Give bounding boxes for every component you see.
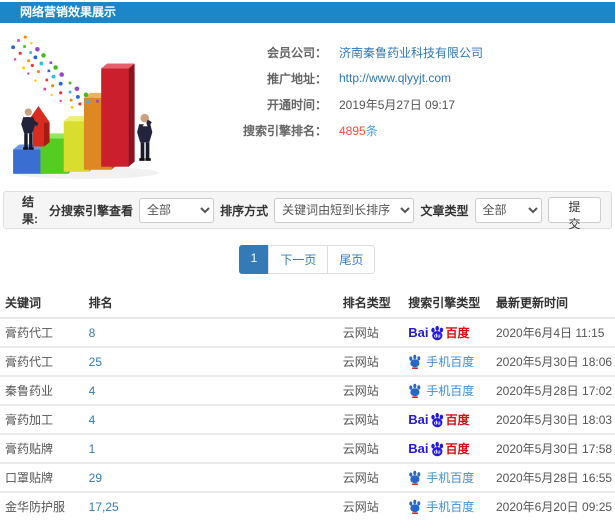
rank-link[interactable]: 25	[89, 355, 102, 369]
engine-rank-label: 搜索引擎排名：	[242, 123, 327, 138]
pagination: 1 下一页 尾页	[0, 245, 615, 274]
keyword-cell: 膏药代工	[0, 347, 84, 377]
table-row: 膏药贴牌 1 云网站 Bai du 百度 2020年5月30日 17:58	[0, 434, 615, 464]
mobile-baidu-paw-icon	[409, 383, 421, 398]
mobile-baidu-logo: 手机百度	[408, 498, 486, 515]
engine-rank-unit: 条	[365, 123, 378, 138]
engine-filter-select[interactable]: 全部	[138, 197, 215, 223]
rank-type-cell: 云网站	[337, 347, 404, 377]
keyword-cell: 膏药贴牌	[0, 434, 84, 464]
updated-cell: 2020年5月28日 17:02	[490, 376, 615, 406]
table-row: 膏药代工 25 云网站 Bai du 百度	[0, 347, 615, 377]
rank-link[interactable]: 1	[89, 442, 96, 456]
engine-rank-row: 搜索引擎排名： 4895条	[167, 117, 607, 143]
growth-chart-illustration	[11, 35, 159, 179]
keyword-cell: 秦鲁药业	[0, 376, 84, 406]
rank-type-cell: 云网站	[337, 405, 404, 435]
mobile-baidu-paw-icon	[409, 499, 421, 514]
open-time-value: 2019年5月27日 09:17	[339, 97, 456, 112]
member-info: 会员公司： 济南秦鲁药业科技有限公司 推广地址： http://www.qlyy…	[167, 33, 607, 179]
baidu-logo: Bai du 百度	[408, 325, 470, 340]
keyword-rank-table: 关键词 排名 排名类型 搜索引擎类型 最新更新时间 膏药代工 8 云网站 Bai…	[0, 288, 615, 520]
submit-button[interactable]: 提交	[547, 197, 601, 231]
baidu-paw-icon: du	[430, 412, 443, 427]
businessman-right	[137, 113, 153, 161]
rank-type-cell: 云网站	[337, 492, 404, 520]
company-row: 会员公司： 济南秦鲁药业科技有限公司	[167, 39, 607, 65]
company-link[interactable]: 济南秦鲁药业科技有限公司	[339, 44, 483, 61]
svg-text:du: du	[434, 420, 441, 426]
promo-url-label: 推广地址：	[266, 71, 327, 86]
article-type-select[interactable]: 全部	[474, 197, 542, 223]
col-updated: 最新更新时间	[490, 288, 615, 319]
page-last[interactable]: 尾页	[327, 245, 376, 274]
rank-type-cell: 云网站	[337, 376, 404, 406]
result-label: 结果:	[22, 195, 38, 226]
table-row: 口罩贴牌 29 云网站 Bai du 百度	[0, 463, 615, 493]
rank-link[interactable]: 8	[89, 326, 96, 340]
baidu-paw-icon: du	[430, 325, 443, 340]
updated-cell: 2020年6月4日 11:15	[490, 318, 615, 348]
keyword-cell: 膏药代工	[0, 318, 84, 348]
updated-cell: 2020年5月30日 18:03	[490, 405, 615, 435]
svg-text:du: du	[434, 449, 441, 455]
col-engine-type: 搜索引擎类型	[403, 288, 491, 319]
sort-select[interactable]: 关键词由短到长排序	[274, 197, 415, 223]
table-header-row: 关键词 排名 排名类型 搜索引擎类型 最新更新时间	[0, 288, 615, 319]
engine-filter-label: 分搜索引擎查看	[48, 203, 133, 218]
keyword-cell: 膏药加工	[0, 405, 84, 435]
rank-link[interactable]: 17,25	[89, 500, 119, 514]
page-current[interactable]: 1	[238, 245, 270, 274]
open-time-row: 开通时间： 2019年5月27日 09:17	[167, 91, 607, 117]
article-type-label: 文章类型	[420, 203, 469, 218]
svg-text:du: du	[434, 333, 441, 339]
engine-rank-count: 4895	[339, 123, 366, 138]
page-title: 网络营销效果展示	[0, 2, 615, 23]
mobile-baidu-logo: 手机百度	[408, 382, 486, 399]
col-keyword: 关键词	[0, 288, 84, 319]
keyword-cell: 口罩贴牌	[0, 463, 84, 493]
updated-cell: 2020年5月30日 17:58	[490, 434, 615, 464]
table-row: 金华防护服 17,25 云网站 Bai du 百度	[0, 492, 615, 520]
mobile-baidu-logo: 手机百度	[408, 469, 486, 486]
mobile-baidu-paw-icon	[409, 470, 421, 485]
table-row: 膏药加工 4 云网站 Bai du 百度 2020年5月30日 18:03	[0, 405, 615, 435]
keyword-cell: 金华防护服	[0, 492, 84, 520]
open-time-label: 开通时间：	[266, 97, 327, 112]
rank-type-cell: 云网站	[337, 434, 404, 464]
summary-section: 会员公司： 济南秦鲁药业科技有限公司 推广地址： http://www.qlyy…	[0, 23, 615, 185]
col-rank-type: 排名类型	[337, 288, 404, 319]
bar-red	[101, 63, 135, 167]
promo-url-row: 推广地址： http://www.qlyyjt.com	[167, 65, 607, 91]
baidu-logo: Bai du 百度	[408, 412, 470, 427]
updated-cell: 2020年5月30日 18:06	[490, 347, 615, 377]
rank-link[interactable]: 29	[89, 471, 102, 485]
rank-type-cell: 云网站	[337, 318, 404, 348]
baidu-logo: Bai du 百度	[408, 441, 470, 456]
table-body: 膏药代工 8 云网站 Bai du 百度 2020年6月4日 11:15 膏药代…	[0, 318, 615, 520]
promo-url-link[interactable]: http://www.qlyyjt.com	[339, 71, 451, 85]
table-row: 膏药代工 8 云网站 Bai du 百度 2020年6月4日 11:15	[0, 318, 615, 348]
updated-cell: 2020年5月28日 16:55	[490, 463, 615, 493]
col-rank: 排名	[83, 288, 338, 319]
filter-bar: 结果: 分搜索引擎查看 全部 排序方式 关键词由短到长排序 文章类型 全部 提交	[3, 191, 612, 231]
rank-type-cell: 云网站	[337, 463, 404, 493]
rank-link[interactable]: 4	[89, 384, 96, 398]
mobile-baidu-logo: 手机百度	[408, 353, 486, 370]
mobile-baidu-paw-icon	[409, 354, 421, 369]
page-next[interactable]: 下一页	[268, 245, 329, 274]
table-row: 秦鲁药业 4 云网站 Bai du 百度	[0, 376, 615, 406]
sort-label: 排序方式	[220, 203, 269, 218]
updated-cell: 2020年6月20日 09:25	[490, 492, 615, 520]
rank-link[interactable]: 4	[89, 413, 96, 427]
baidu-paw-icon: du	[430, 441, 443, 456]
company-label: 会员公司：	[266, 45, 327, 60]
